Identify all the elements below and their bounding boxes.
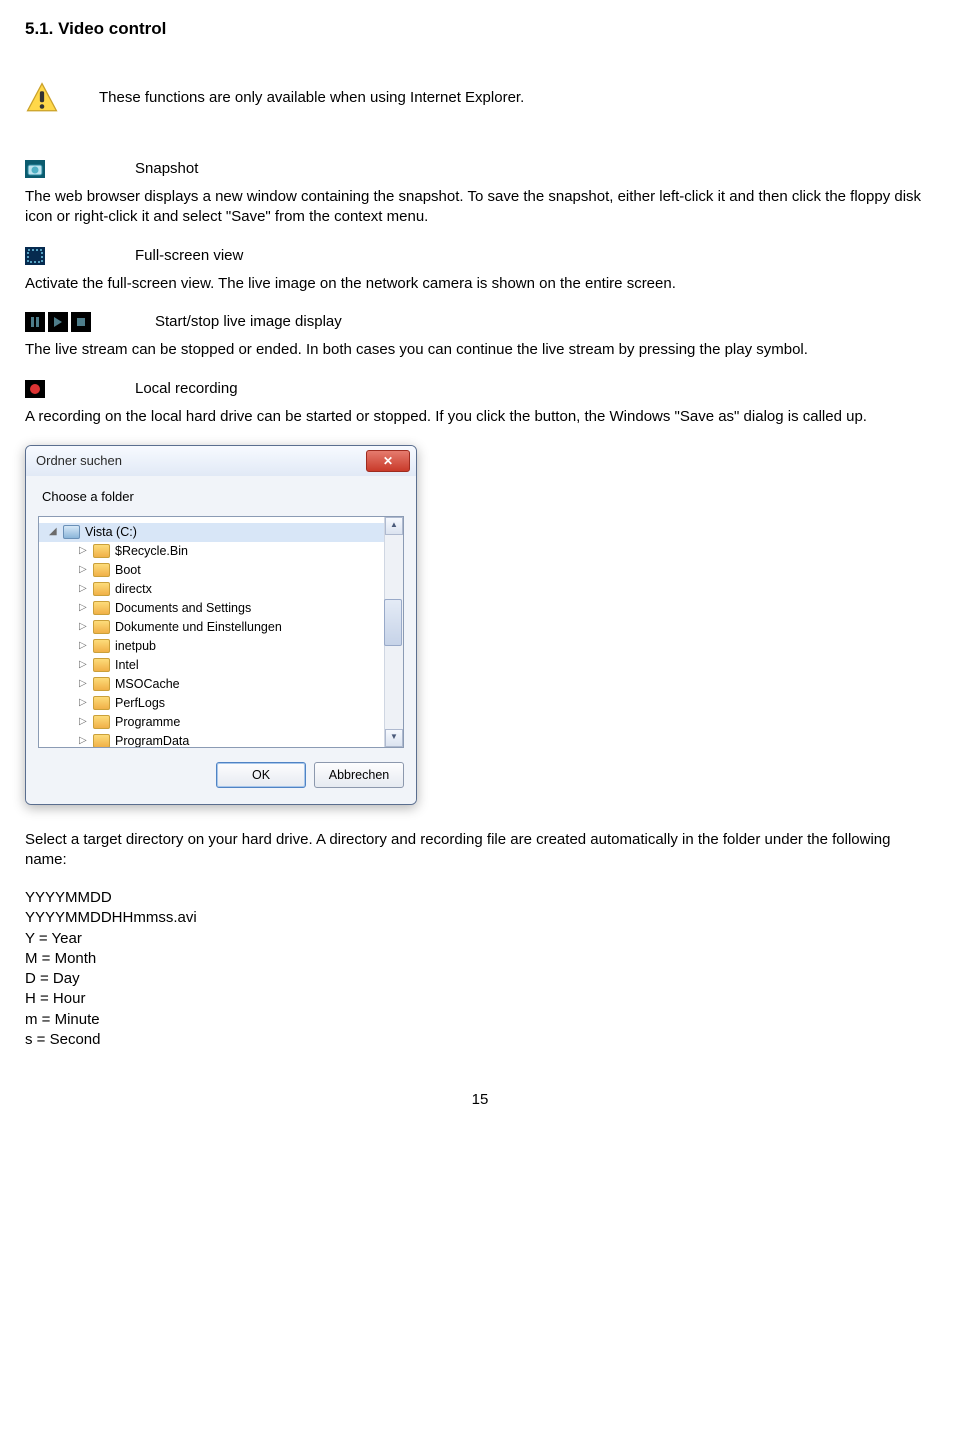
warning-row: These functions are only available when … xyxy=(25,81,935,115)
format-line: YYYYMMDD xyxy=(25,888,935,908)
tree-folder-label: Dokumente und Einstellungen xyxy=(115,619,282,636)
tree-folder-row[interactable]: ▷MSOCache xyxy=(39,675,384,694)
tree-folder-label: inetpub xyxy=(115,638,156,655)
fullscreen-description: Activate the full-screen view. The live … xyxy=(25,274,935,294)
fullscreen-row: Full-screen view xyxy=(25,246,935,266)
format-line: m = Minute xyxy=(25,1010,935,1030)
tree-folder-row[interactable]: ▷Dokumente und Einstellungen xyxy=(39,618,384,637)
tree-folder-row[interactable]: ▷Intel xyxy=(39,656,384,675)
recording-row: Local recording xyxy=(25,379,935,399)
tree-folder-label: ProgramData xyxy=(115,733,189,747)
folder-tree[interactable]: ◢ Vista (C:) ▷$Recycle.Bin ▷Boot ▷direct… xyxy=(38,516,404,748)
tree-folder-row[interactable]: ▷Programme xyxy=(39,713,384,732)
format-line: YYYYMMDDHHmmss.avi xyxy=(25,908,935,928)
tree-folder-row[interactable]: ▷$Recycle.Bin xyxy=(39,542,384,561)
playback-icons xyxy=(25,312,91,332)
record-icon xyxy=(25,380,45,398)
tree-folder-label: $Recycle.Bin xyxy=(115,543,188,560)
playback-row: Start/stop live image display xyxy=(25,312,935,332)
warning-icon xyxy=(25,81,79,115)
tree-folder-row[interactable]: ▷inetpub xyxy=(39,637,384,656)
format-line: D = Day xyxy=(25,969,935,989)
scroll-up-icon[interactable]: ▲ xyxy=(385,517,403,535)
dialog-ok-button[interactable]: OK xyxy=(216,762,306,788)
tree-folder-row[interactable]: ▷directx xyxy=(39,580,384,599)
dialog-title: Ordner suchen xyxy=(36,452,122,470)
dialog-cancel-button[interactable]: Abbrechen xyxy=(314,762,404,788)
tree-drive-row[interactable]: ◢ Vista (C:) xyxy=(39,523,384,542)
recording-label: Local recording xyxy=(135,379,238,399)
tree-folder-label: Documents and Settings xyxy=(115,600,251,617)
playback-description: The live stream can be stopped or ended.… xyxy=(25,340,935,360)
format-line: M = Month xyxy=(25,949,935,969)
snapshot-label: Snapshot xyxy=(135,159,198,179)
page-number: 15 xyxy=(25,1090,935,1110)
warning-text: These functions are only available when … xyxy=(99,88,524,108)
stop-icon xyxy=(71,312,91,332)
tree-folder-label: PerfLogs xyxy=(115,695,165,712)
tree-folder-label: directx xyxy=(115,581,152,598)
playback-label: Start/stop live image display xyxy=(155,312,342,332)
tree-folder-row[interactable]: ▷ProgramData xyxy=(39,732,384,747)
scroll-thumb[interactable] xyxy=(384,599,402,646)
format-line: s = Second xyxy=(25,1030,935,1050)
pause-icon xyxy=(25,312,45,332)
snapshot-row: Snapshot xyxy=(25,159,935,179)
tree-folder-label: Boot xyxy=(115,562,141,579)
fullscreen-icon xyxy=(25,247,45,265)
tree-folder-row[interactable]: ▷Documents and Settings xyxy=(39,599,384,618)
folder-browse-dialog: Ordner suchen ✕ Choose a folder ◢ Vista … xyxy=(25,445,417,805)
camera-icon xyxy=(25,160,45,178)
dialog-close-button[interactable]: ✕ xyxy=(366,450,410,472)
play-icon xyxy=(48,312,68,332)
scroll-down-icon[interactable]: ▼ xyxy=(385,729,403,747)
tree-folder-row[interactable]: ▷PerfLogs xyxy=(39,694,384,713)
tree-scrollbar[interactable]: ▲ ▼ xyxy=(384,517,403,747)
fullscreen-label: Full-screen view xyxy=(135,246,243,266)
format-line: Y = Year xyxy=(25,929,935,949)
filename-format-block: YYYYMMDD YYYYMMDDHHmmss.avi Y = Year M =… xyxy=(25,888,935,1050)
dialog-prompt: Choose a folder xyxy=(42,488,404,506)
tree-folder-label: MSOCache xyxy=(115,676,180,693)
tree-folder-label: Programme xyxy=(115,714,180,731)
after-dialog-text: Select a target directory on your hard d… xyxy=(25,830,935,871)
recording-description: A recording on the local hard drive can … xyxy=(25,407,935,427)
snapshot-description: The web browser displays a new window co… xyxy=(25,187,935,228)
dialog-titlebar: Ordner suchen ✕ xyxy=(26,446,416,476)
tree-folder-row[interactable]: ▷Boot xyxy=(39,561,384,580)
tree-drive-label: Vista (C:) xyxy=(85,524,137,541)
tree-folder-label: Intel xyxy=(115,657,139,674)
section-heading: 5.1. Video control xyxy=(25,18,935,41)
format-line: H = Hour xyxy=(25,989,935,1009)
